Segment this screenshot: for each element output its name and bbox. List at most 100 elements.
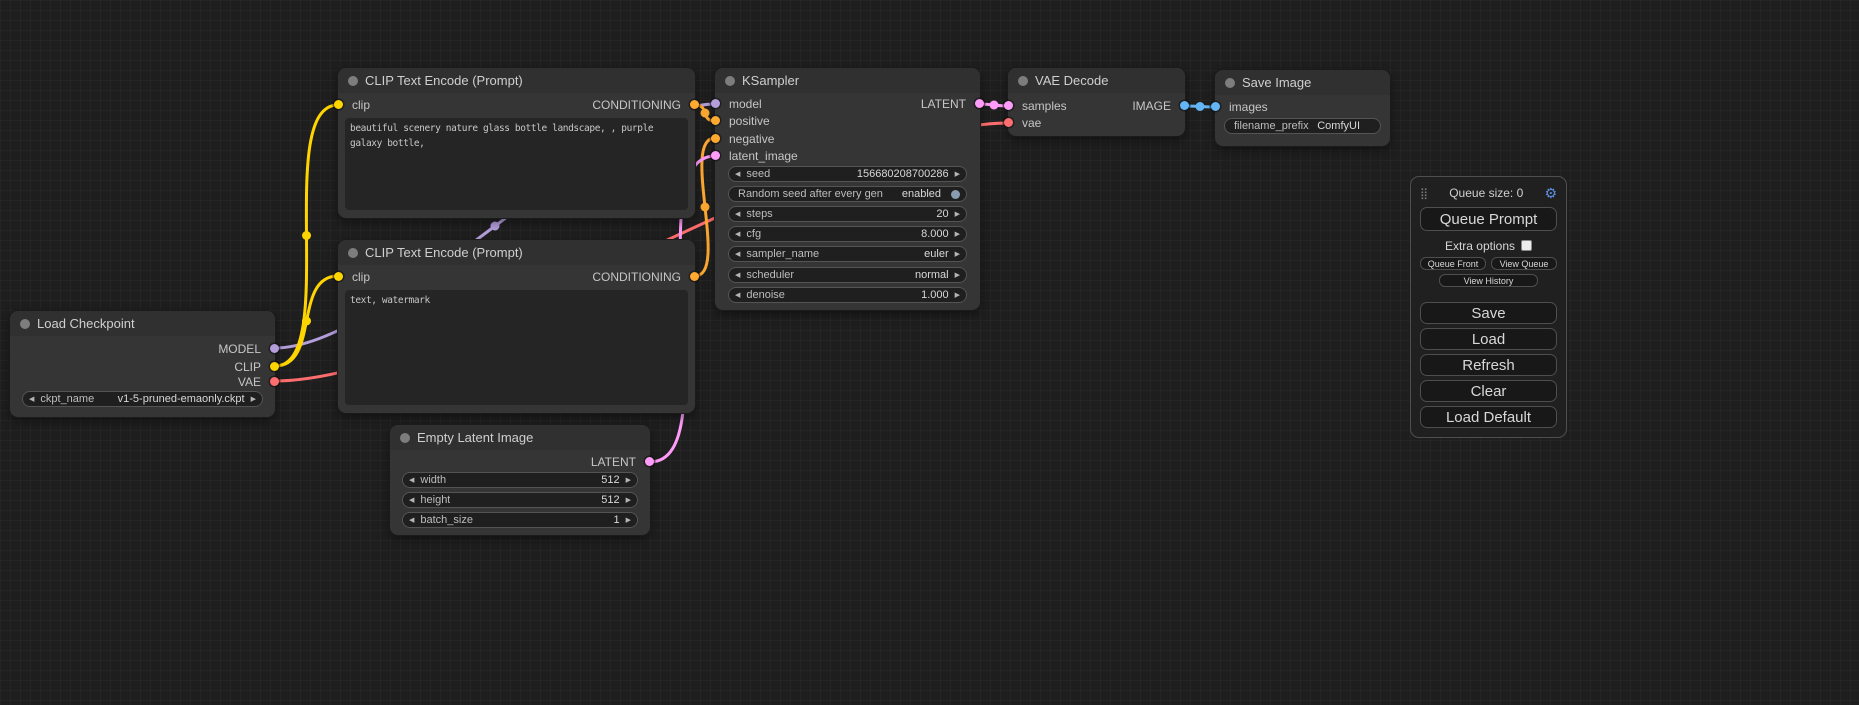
decrement-arrow-icon[interactable]: ◀ bbox=[29, 396, 34, 403]
port-clip-input[interactable] bbox=[334, 100, 343, 109]
port-model-output[interactable] bbox=[270, 344, 279, 353]
widget-steps[interactable]: ◀ steps 20 ▶ bbox=[728, 206, 967, 222]
menu-header: ⣿ Queue size: 0 ⚙ bbox=[1420, 184, 1557, 202]
widget-filename-prefix[interactable]: filename_prefix ComfyUI bbox=[1224, 118, 1381, 134]
decrement-arrow-icon[interactable]: ◀ bbox=[735, 231, 740, 238]
node-title-bar[interactable]: VAE Decode bbox=[1008, 68, 1185, 93]
port-clip-input[interactable] bbox=[334, 272, 343, 281]
increment-arrow-icon[interactable]: ▶ bbox=[955, 251, 960, 258]
port-conditioning-output[interactable] bbox=[690, 100, 699, 109]
load-default-button[interactable]: Load Default bbox=[1420, 406, 1557, 428]
prompt-text-input[interactable]: text, watermark bbox=[345, 290, 688, 405]
port-positive-input[interactable] bbox=[711, 116, 720, 125]
increment-arrow-icon[interactable]: ▶ bbox=[626, 517, 631, 524]
increment-arrow-icon[interactable]: ▶ bbox=[955, 171, 960, 178]
widget-scheduler[interactable]: ◀ scheduler normal ▶ bbox=[728, 267, 967, 283]
decrement-arrow-icon[interactable]: ◀ bbox=[735, 211, 740, 218]
node-title-bar[interactable]: KSampler bbox=[715, 68, 980, 93]
view-queue-button[interactable]: View Queue bbox=[1491, 257, 1557, 270]
collapse-dot-icon[interactable] bbox=[725, 76, 735, 86]
widget-height[interactable]: ◀ height 512 ▶ bbox=[402, 492, 638, 508]
widget-sampler-name[interactable]: ◀ sampler_name euler ▶ bbox=[728, 246, 967, 262]
widget-value: v1-5-pruned-emaonly.ckpt bbox=[118, 393, 245, 405]
node-empty-latent-image[interactable]: Empty Latent Image LATENT ◀ width 512 ▶ … bbox=[390, 425, 650, 535]
node-title-bar[interactable]: CLIP Text Encode (Prompt) bbox=[338, 240, 695, 265]
node-save-image[interactable]: Save Image images filename_prefix ComfyU… bbox=[1215, 70, 1390, 146]
collapse-dot-icon[interactable] bbox=[348, 248, 358, 258]
increment-arrow-icon[interactable]: ▶ bbox=[955, 211, 960, 218]
collapse-dot-icon[interactable] bbox=[1018, 76, 1028, 86]
widget-value: 512 bbox=[601, 474, 619, 486]
widget-cfg[interactable]: ◀ cfg 8.000 ▶ bbox=[728, 226, 967, 242]
increment-arrow-icon[interactable]: ▶ bbox=[955, 231, 960, 238]
wire-midpoint-clip-to-positive[interactable] bbox=[302, 231, 311, 240]
port-latent-image-input[interactable] bbox=[711, 151, 720, 160]
port-vae-output[interactable] bbox=[270, 377, 279, 386]
node-ksampler[interactable]: KSampler model positive negative latent_… bbox=[715, 68, 980, 310]
extra-options-checkbox[interactable] bbox=[1521, 240, 1532, 251]
slot-label: negative bbox=[729, 132, 774, 146]
port-vae-input[interactable] bbox=[1004, 118, 1013, 127]
node-clip-text-encode-positive[interactable]: CLIP Text Encode (Prompt) clip CONDITION… bbox=[338, 68, 695, 218]
port-samples-input[interactable] bbox=[1004, 101, 1013, 110]
decrement-arrow-icon[interactable]: ◀ bbox=[735, 251, 740, 258]
collapse-dot-icon[interactable] bbox=[400, 433, 410, 443]
node-vae-decode[interactable]: VAE Decode samples vae IMAGE bbox=[1008, 68, 1185, 136]
decrement-arrow-icon[interactable]: ◀ bbox=[735, 171, 740, 178]
widget-random-seed-toggle[interactable]: Random seed after every gen enabled bbox=[728, 186, 967, 202]
decrement-arrow-icon[interactable]: ◀ bbox=[735, 292, 740, 299]
node-load-checkpoint[interactable]: Load Checkpoint MODEL CLIP VAE ◀ ckpt_na… bbox=[10, 311, 275, 417]
prompt-text-input[interactable]: beautiful scenery nature glass bottle la… bbox=[345, 118, 688, 210]
node-clip-text-encode-negative[interactable]: CLIP Text Encode (Prompt) clip CONDITION… bbox=[338, 240, 695, 413]
decrement-arrow-icon[interactable]: ◀ bbox=[409, 497, 414, 504]
queue-front-button[interactable]: Queue Front bbox=[1420, 257, 1486, 270]
drag-handle-icon[interactable]: ⣿ bbox=[1420, 187, 1428, 200]
node-title-bar[interactable]: CLIP Text Encode (Prompt) bbox=[338, 68, 695, 93]
increment-arrow-icon[interactable]: ▶ bbox=[955, 292, 960, 299]
increment-arrow-icon[interactable]: ▶ bbox=[251, 396, 256, 403]
load-button[interactable]: Load bbox=[1420, 328, 1557, 350]
save-button[interactable]: Save bbox=[1420, 302, 1557, 324]
wire-midpoint-negative-conditioning[interactable] bbox=[701, 203, 710, 212]
collapse-dot-icon[interactable] bbox=[348, 76, 358, 86]
increment-arrow-icon[interactable]: ▶ bbox=[626, 497, 631, 504]
port-images-input[interactable] bbox=[1211, 102, 1220, 111]
wire-midpoint-positive-conditioning[interactable] bbox=[701, 109, 710, 118]
refresh-button[interactable]: Refresh bbox=[1420, 354, 1557, 376]
view-history-button[interactable]: View History bbox=[1439, 274, 1538, 287]
node-title-bar[interactable]: Load Checkpoint bbox=[10, 311, 275, 336]
queue-buttons-row: Queue Front View Queue bbox=[1420, 257, 1557, 270]
wire-midpoint-model[interactable] bbox=[491, 222, 500, 231]
widget-denoise[interactable]: ◀ denoise 1.000 ▶ bbox=[728, 287, 967, 303]
port-image-output[interactable] bbox=[1180, 101, 1189, 110]
clear-button[interactable]: Clear bbox=[1420, 380, 1557, 402]
queue-prompt-button[interactable]: Queue Prompt bbox=[1420, 207, 1557, 231]
widget-label: Random seed after every gen bbox=[738, 188, 883, 200]
extra-options-row: Extra options bbox=[1420, 239, 1557, 252]
widget-ckpt-name[interactable]: ◀ ckpt_name v1-5-pruned-emaonly.ckpt ▶ bbox=[22, 391, 263, 407]
wire-midpoint-image[interactable] bbox=[1196, 102, 1205, 111]
collapse-dot-icon[interactable] bbox=[20, 319, 30, 329]
decrement-arrow-icon[interactable]: ◀ bbox=[735, 272, 740, 279]
decrement-arrow-icon[interactable]: ◀ bbox=[409, 477, 414, 484]
output-slot-conditioning: CONDITIONING bbox=[592, 96, 695, 113]
port-latent-output[interactable] bbox=[645, 457, 654, 466]
decrement-arrow-icon[interactable]: ◀ bbox=[409, 517, 414, 524]
wire-midpoint-clip-to-negative[interactable] bbox=[302, 317, 311, 326]
port-negative-input[interactable] bbox=[711, 134, 720, 143]
increment-arrow-icon[interactable]: ▶ bbox=[955, 272, 960, 279]
widget-width[interactable]: ◀ width 512 ▶ bbox=[402, 472, 638, 488]
collapse-dot-icon[interactable] bbox=[1225, 78, 1235, 88]
widget-seed[interactable]: ◀ seed 156680208700286 ▶ bbox=[728, 166, 967, 182]
node-title-bar[interactable]: Empty Latent Image bbox=[390, 425, 650, 450]
port-conditioning-output[interactable] bbox=[690, 272, 699, 281]
wire-midpoint-samples[interactable] bbox=[990, 101, 999, 110]
node-title-bar[interactable]: Save Image bbox=[1215, 70, 1390, 95]
port-model-input[interactable] bbox=[711, 99, 720, 108]
port-clip-output[interactable] bbox=[270, 362, 279, 371]
settings-gear-icon[interactable]: ⚙ bbox=[1544, 186, 1557, 200]
increment-arrow-icon[interactable]: ▶ bbox=[626, 477, 631, 484]
port-latent-output[interactable] bbox=[975, 99, 984, 108]
widget-batch-size[interactable]: ◀ batch_size 1 ▶ bbox=[402, 512, 638, 528]
toggle-knob-icon[interactable] bbox=[951, 190, 960, 199]
